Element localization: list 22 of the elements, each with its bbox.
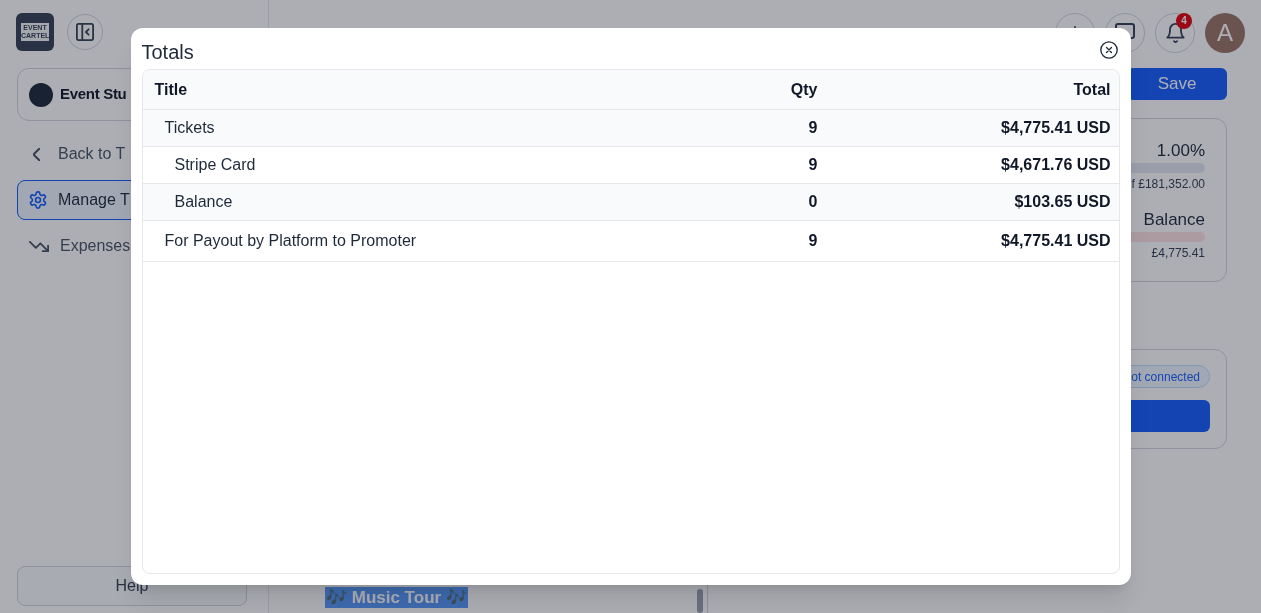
qty-cell-text: 9	[807, 231, 819, 251]
qty-cell-text: 9	[807, 155, 819, 175]
qty-cell-text: 9	[807, 118, 819, 138]
balance-label: Balance	[1143, 209, 1205, 231]
total-cell-text: $4,775.41 USD	[1000, 231, 1112, 251]
total-cell-text: $103.65 USD	[1013, 192, 1112, 212]
title-cell-text: Balance	[173, 192, 234, 212]
column-header: Total	[1072, 79, 1112, 100]
event-title: 🎶 Music Tour 🎶	[325, 587, 468, 608]
column-header: Qty	[789, 79, 819, 100]
title-cell-text: For Payout by Platform to Promoter	[163, 231, 418, 251]
modal-title: Totals	[141, 40, 194, 65]
title-cell-text: Tickets	[163, 118, 216, 138]
total-cell-text: $4,671.76 USD	[1000, 155, 1112, 175]
qty-cell-text: 0	[807, 192, 819, 212]
balance-amount: £4,775.41	[1151, 245, 1205, 261]
total-cell-text: $4,775.41 USD	[1000, 118, 1112, 138]
percent-value: 1.00%	[1156, 140, 1205, 162]
notification-badge: 4	[1176, 13, 1192, 29]
title-cell-text: Stripe Card	[173, 155, 257, 175]
goal-amount: f £181,352.00	[1131, 176, 1205, 192]
column-header: Title	[153, 79, 189, 100]
